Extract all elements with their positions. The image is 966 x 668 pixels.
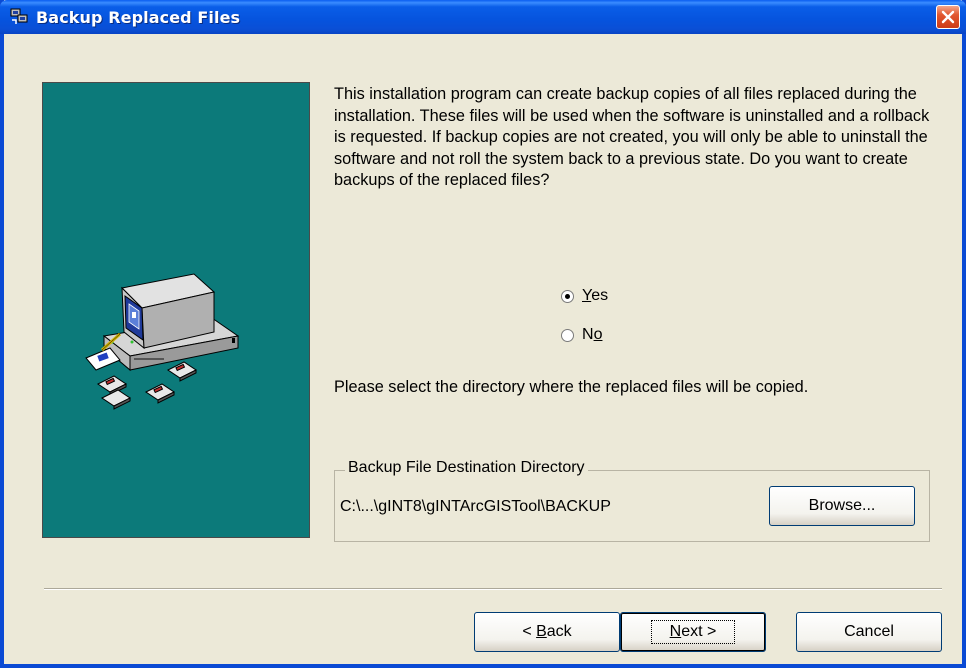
separator (44, 588, 942, 590)
next-button-label: Next > (650, 620, 736, 644)
radio-no[interactable]: No (561, 326, 602, 344)
radio-yes-label: Yes (582, 287, 609, 304)
radio-yes[interactable]: Yes (561, 287, 608, 305)
backup-path-text: C:\...\gINT8\gINTArcGISTool\BACKUP (340, 498, 611, 515)
back-button-label: < Back (522, 623, 572, 640)
dialog-window: Backup Replaced Files This installation … (0, 0, 966, 668)
window-title: Backup Replaced Files (36, 8, 241, 27)
radio-yes-button[interactable] (561, 289, 574, 303)
cancel-button[interactable]: Cancel (796, 612, 942, 652)
directory-prompt: Please select the directory where the re… (334, 378, 809, 396)
next-button[interactable]: Next > (620, 612, 766, 652)
close-icon (941, 10, 955, 24)
computer-with-floppy-disks-icon (85, 273, 240, 410)
browse-button[interactable]: Browse... (769, 486, 915, 526)
backup-directory-groupbox: Backup File Destination Directory C:\...… (334, 459, 930, 542)
groupbox-legend: Backup File Destination Directory (345, 459, 588, 477)
back-button[interactable]: < Back (474, 612, 620, 652)
close-button[interactable] (936, 5, 960, 29)
description-text: This installation program can create bac… (334, 85, 930, 189)
cancel-button-label: Cancel (844, 623, 894, 640)
browse-button-label: Browse... (808, 497, 876, 514)
radio-no-button[interactable] (561, 328, 574, 342)
radio-no-label: No (582, 326, 603, 343)
title-bar[interactable]: Backup Replaced Files (0, 0, 966, 34)
setup-app-icon (10, 8, 28, 24)
